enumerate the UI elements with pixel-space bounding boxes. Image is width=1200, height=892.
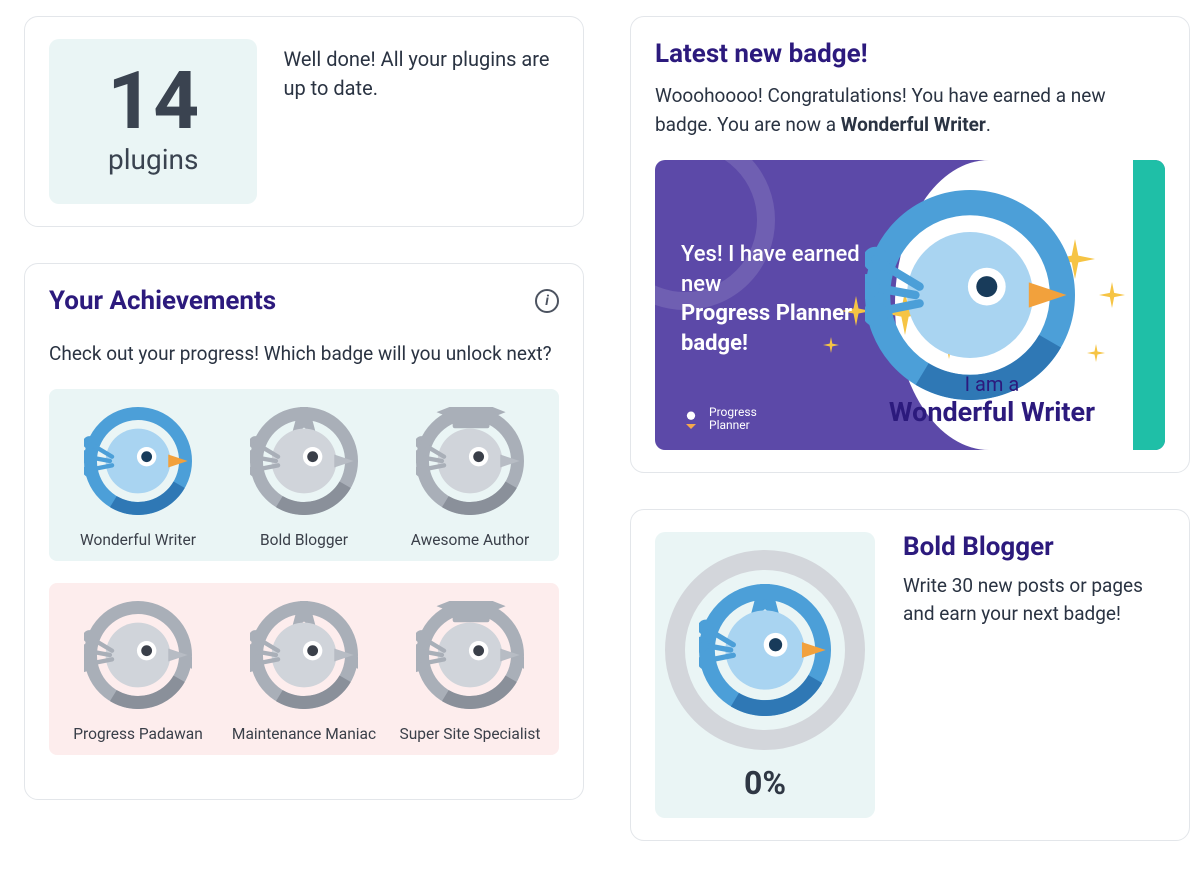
badge-name: Progress Padawan [73, 725, 203, 743]
plugins-count: 14 [59, 61, 247, 141]
badge-icon [84, 601, 192, 709]
badge-icon [250, 601, 358, 709]
plugins-message: Well done! All your plugins are up to da… [283, 39, 559, 103]
badge-item[interactable]: Bold Blogger [221, 407, 387, 549]
badge-icon [416, 601, 524, 709]
badge-name: Wonderful Writer [80, 531, 196, 549]
badge-item[interactable]: Awesome Author [387, 407, 553, 549]
badge-icon [250, 407, 358, 515]
badge-item[interactable]: Progress Padawan [55, 601, 221, 743]
hero-caption: I am a Wonderful Writer [889, 372, 1095, 428]
latest-text: Wooohoooo! Congratulations! You have ear… [655, 81, 1165, 140]
badge-icon [84, 407, 192, 515]
latest-text-badge: Wonderful Writer [841, 113, 986, 136]
badge-row: Progress Padawan Maintenance Maniac [49, 583, 559, 755]
achievements-subtitle: Check out your progress! Which badge wil… [49, 340, 559, 369]
badge-item[interactable]: Super Site Specialist [387, 601, 553, 743]
achievements-title: Your Achievements [49, 286, 276, 316]
info-icon[interactable]: i [535, 289, 559, 313]
badge-row: Wonderful Writer Bold Blogger [49, 389, 559, 561]
hero-caption-small: I am a [965, 372, 1020, 396]
logo-text: ProgressPlanner [709, 406, 757, 432]
hero-line1: Yes! I have earned a new [681, 242, 877, 297]
next-badge-desc: Write 30 new posts or pages and earn you… [903, 572, 1165, 629]
progress-ring [665, 550, 865, 750]
latest-hero: Yes! I have earned a new Progress Planne… [655, 160, 1165, 450]
achievements-card: Your Achievements i Check out your progr… [24, 263, 584, 800]
next-badge-title: Bold Blogger [903, 532, 1165, 562]
plugins-count-box: 14 plugins [49, 39, 257, 204]
badge-name: Maintenance Maniac [232, 725, 376, 743]
badge-name: Super Site Specialist [400, 725, 541, 743]
badge-name: Awesome Author [411, 531, 530, 549]
plugins-card: 14 plugins Well done! All your plugins a… [24, 16, 584, 227]
progress-planner-logo: ProgressPlanner [681, 406, 757, 432]
badge-item[interactable]: Wonderful Writer [55, 407, 221, 549]
badge-item[interactable]: Maintenance Maniac [221, 601, 387, 743]
hero-caption-big: Wonderful Writer [889, 396, 1095, 428]
plugins-label: plugins [59, 143, 247, 176]
next-badge-card: 0% Bold Blogger Write 30 new posts or pa… [630, 509, 1190, 841]
latest-text-suffix: . [986, 113, 991, 136]
badge-icon [416, 407, 524, 515]
latest-badge-card: Latest new badge! Wooohoooo! Congratulat… [630, 16, 1190, 473]
badge-bird-icon [865, 190, 1075, 400]
progress-ring-box: 0% [655, 532, 875, 818]
next-badge-icon [699, 584, 831, 716]
hero-line2: Progress Planner badge! [681, 301, 852, 356]
badge-name: Bold Blogger [260, 531, 348, 549]
progress-percent: 0% [744, 764, 786, 802]
latest-title: Latest new badge! [655, 39, 1165, 69]
